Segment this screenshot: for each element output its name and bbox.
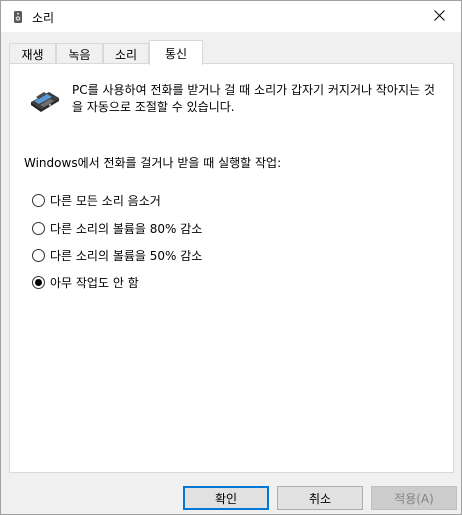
- tab-strip: 재생 녹음 소리 통신: [9, 40, 454, 65]
- action-prompt: Windows에서 전화를 걸거나 받을 때 실행할 작업:: [24, 156, 282, 170]
- tab-playback[interactable]: 재생: [9, 43, 56, 64]
- option-reduce-50[interactable]: 다른 소리의 볼륨을 50% 감소: [32, 246, 202, 264]
- option-label: 다른 소리의 볼륨을 50% 감소: [50, 248, 203, 263]
- ok-button[interactable]: 확인: [183, 486, 269, 510]
- option-label: 다른 모든 소리 음소거: [50, 193, 161, 208]
- communications-panel: PC를 사용하여 전화를 받거나 걸 때 소리가 갑자기 커지거나 작아지는 것…: [9, 63, 454, 473]
- description-text: PC를 사용하여 전화를 받거나 걸 때 소리가 갑자기 커지거나 작아지는 것…: [72, 83, 435, 114]
- title-bar[interactable]: 소리: [1, 1, 461, 32]
- option-label: 다른 소리의 볼륨을 80% 감소: [50, 221, 203, 236]
- cancel-button[interactable]: 취소: [277, 486, 363, 510]
- telephone-icon: [28, 82, 62, 116]
- window-title: 소리: [32, 11, 55, 25]
- option-do-nothing[interactable]: 아무 작업도 안 함: [32, 273, 139, 291]
- apply-button[interactable]: 적용(A): [371, 486, 457, 510]
- sound-dialog: 소리 재생 녹음 소리 통신 PC를 사용하여 전화를 받거나 걸 때 소리가 …: [0, 0, 462, 515]
- radio-button[interactable]: [32, 193, 45, 207]
- option-mute-all[interactable]: 다른 모든 소리 음소거: [32, 191, 161, 209]
- radio-button[interactable]: [32, 248, 45, 262]
- option-reduce-80[interactable]: 다른 소리의 볼륨을 80% 감소: [32, 219, 202, 237]
- speaker-icon: [11, 10, 25, 24]
- option-label: 아무 작업도 안 함: [50, 275, 139, 290]
- close-icon: [433, 9, 445, 24]
- radio-button[interactable]: [32, 221, 45, 235]
- tab-communications[interactable]: 통신: [149, 40, 203, 65]
- radio-button-selected[interactable]: [32, 275, 45, 289]
- tab-sounds[interactable]: 소리: [103, 43, 149, 64]
- close-button[interactable]: [417, 1, 461, 32]
- tab-recording[interactable]: 녹음: [56, 43, 103, 64]
